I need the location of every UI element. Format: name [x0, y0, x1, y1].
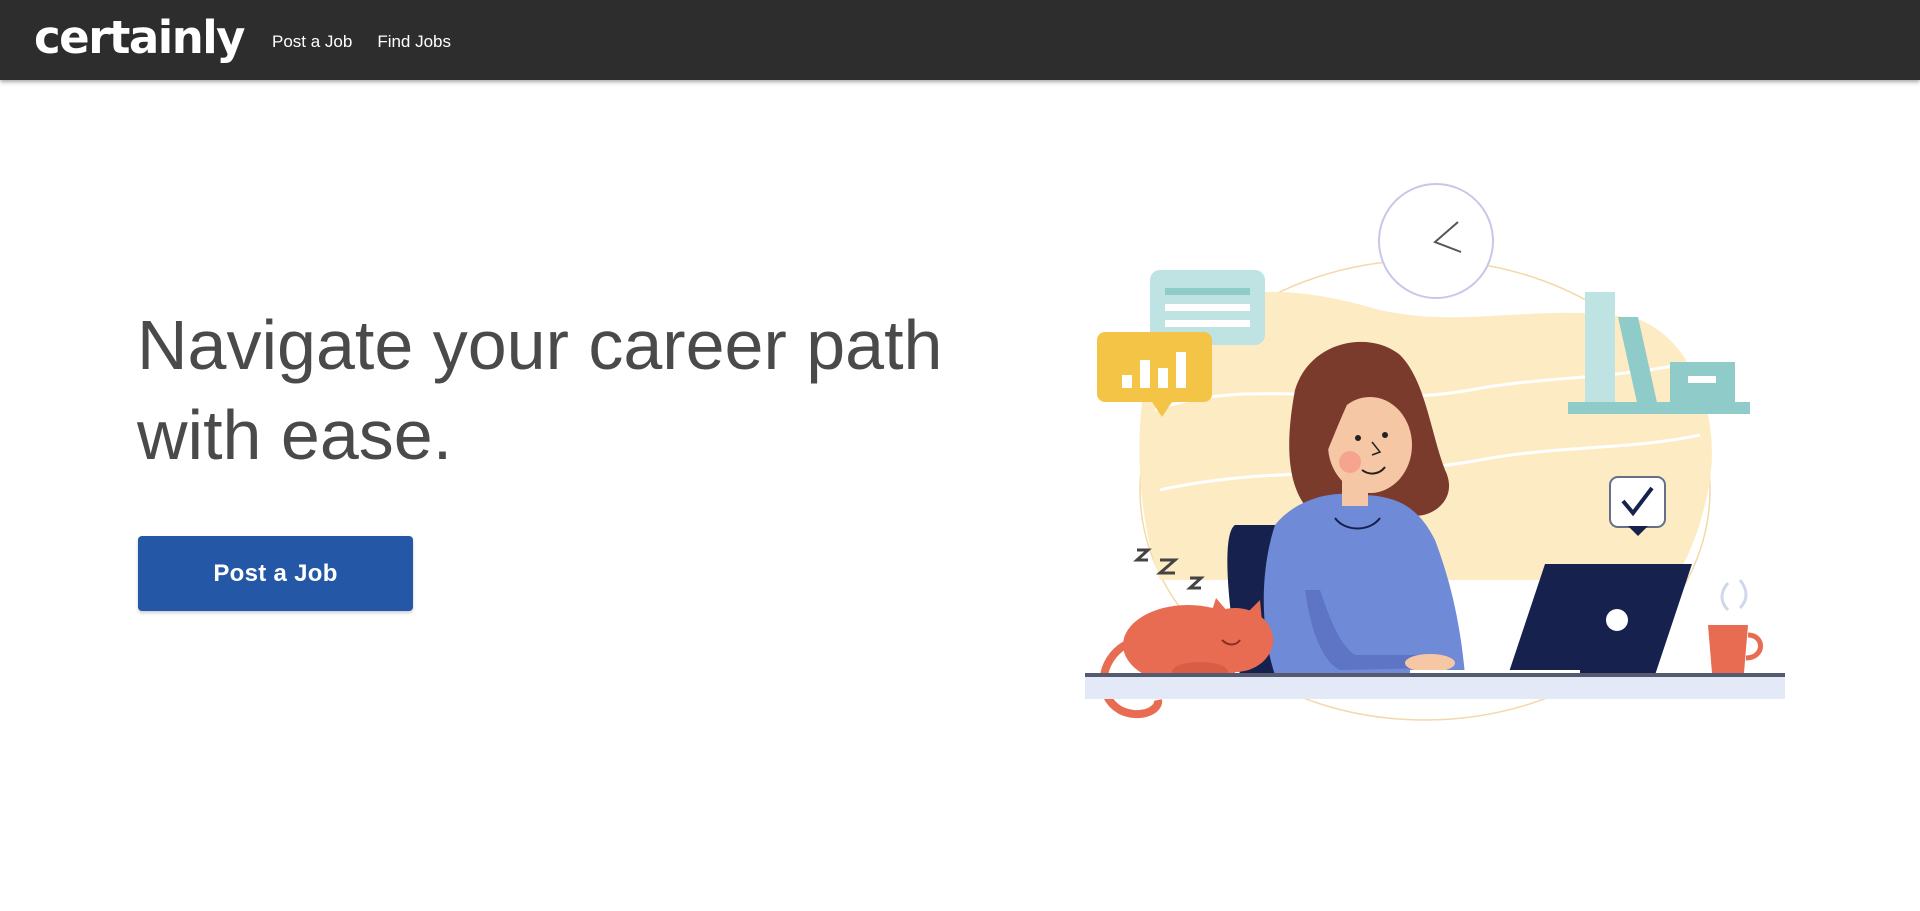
brand-logo[interactable]: certainly [34, 15, 245, 60]
desk [1085, 673, 1785, 699]
coffee-mug [1708, 579, 1763, 673]
top-navbar: certainly Post a Job Find Jobs [0, 0, 1920, 80]
clock-icon [1378, 183, 1494, 299]
nav-find-jobs[interactable]: Find Jobs [377, 32, 451, 52]
check-icon [1609, 476, 1666, 536]
hero-headline: Navigate your career path with ease. [137, 306, 943, 474]
hero-illustration [1085, 183, 1785, 721]
nav-post-a-job[interactable]: Post a Job [272, 32, 352, 52]
post-a-job-button[interactable]: Post a Job [138, 536, 413, 611]
